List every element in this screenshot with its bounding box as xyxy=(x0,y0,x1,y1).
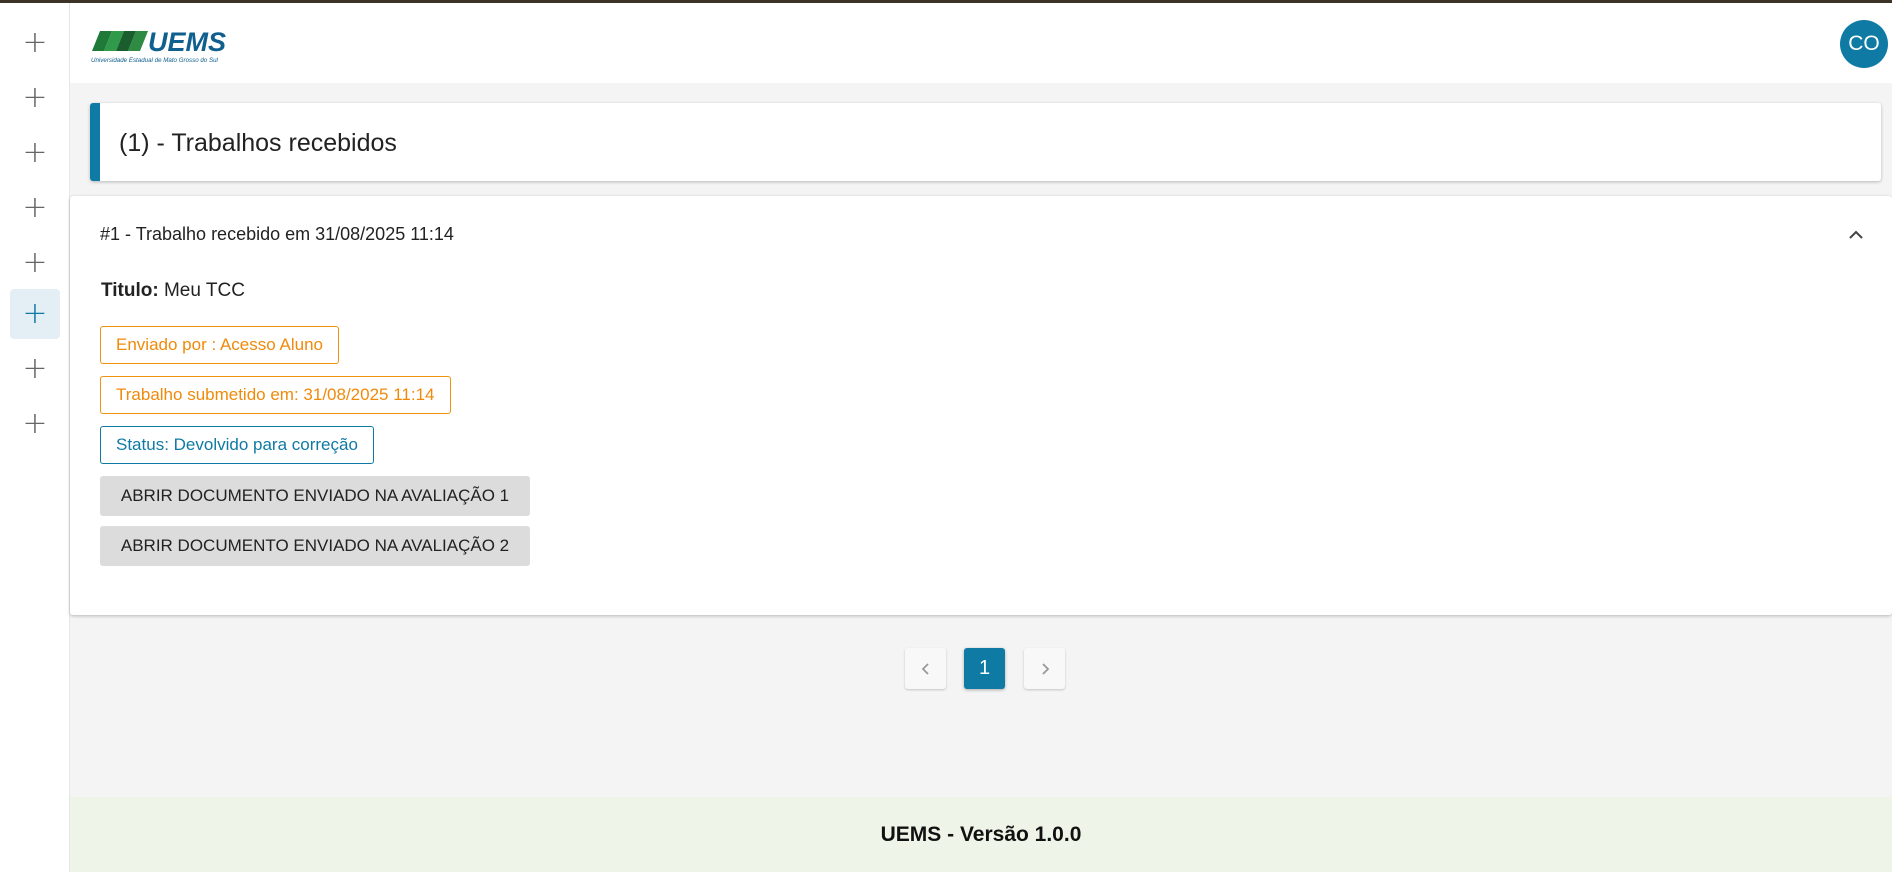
sidebar-item-3[interactable]: + xyxy=(10,128,60,178)
plus-icon: + xyxy=(22,351,48,386)
plus-icon: + xyxy=(22,135,48,170)
footer: UEMS - Versão 1.0.0 xyxy=(70,797,1892,872)
pagination-page-current[interactable]: 1 xyxy=(964,648,1005,689)
page-number: 1 xyxy=(978,657,991,679)
sidebar-item-4[interactable]: + xyxy=(10,183,60,233)
open-document-2-button[interactable]: ABRIR DOCUMENTO ENVIADO NA AVALIAÇÃO 2 xyxy=(100,526,530,566)
logo-text: UEMS xyxy=(148,27,226,57)
page-title: (1) - Trabalhos recebidos xyxy=(119,129,397,157)
uems-logo[interactable]: UEMS Universidade Estadual de Mato Gross… xyxy=(90,25,250,65)
footer-version-text: UEMS - Versão 1.0.0 xyxy=(880,822,1082,846)
plus-icon: + xyxy=(22,296,48,331)
logo-subtitle: Universidade Estadual de Mato Grosso do … xyxy=(91,57,219,64)
chevron-up-icon[interactable] xyxy=(1845,224,1867,246)
pagination-prev-button[interactable] xyxy=(905,648,946,689)
plus-icon: + xyxy=(22,406,48,441)
user-avatar[interactable]: CO xyxy=(1840,20,1888,68)
plus-icon: + xyxy=(22,190,48,225)
titulo-value: Meu TCC xyxy=(163,280,245,301)
app-header: UEMS Universidade Estadual de Mato Gross… xyxy=(70,3,1892,83)
pagination-next-button[interactable] xyxy=(1024,648,1065,689)
page-title-card: (1) - Trabalhos recebidos xyxy=(90,103,1881,181)
plus-icon: + xyxy=(22,245,48,280)
submitted-at-badge: Trabalho submetido em: 31/08/2025 11:14 xyxy=(100,376,451,414)
sidebar-item-2[interactable]: + xyxy=(10,73,60,123)
sidebar-item-8[interactable]: + xyxy=(10,399,60,449)
sidebar-item-7[interactable]: + xyxy=(10,344,60,394)
sidebar-item-1[interactable]: + xyxy=(10,18,60,68)
sidebar-item-5[interactable]: + xyxy=(10,238,60,288)
sent-by-badge: Enviado por : Acesso Aluno xyxy=(100,326,339,364)
submission-panel: #1 - Trabalho recebido em 31/08/2025 11:… xyxy=(70,196,1892,615)
chevron-right-icon xyxy=(1041,662,1049,675)
open-document-1-button[interactable]: ABRIR DOCUMENTO ENVIADO NA AVALIAÇÃO 1 xyxy=(100,476,530,516)
chevron-left-icon xyxy=(921,662,929,675)
titulo-label: Titulo: xyxy=(101,280,159,301)
sidebar-item-6-active[interactable]: + xyxy=(10,289,60,339)
plus-icon: + xyxy=(22,80,48,115)
titulo-line: Titulo: Meu TCC xyxy=(101,280,245,302)
avatar-initials: CO xyxy=(1848,32,1880,55)
plus-icon: + xyxy=(22,25,48,60)
submission-header[interactable]: #1 - Trabalho recebido em 31/08/2025 11:… xyxy=(100,224,454,245)
status-badge: Status: Devolvido para correção xyxy=(100,426,374,464)
sidebar: + + + + + + + + xyxy=(0,3,70,872)
